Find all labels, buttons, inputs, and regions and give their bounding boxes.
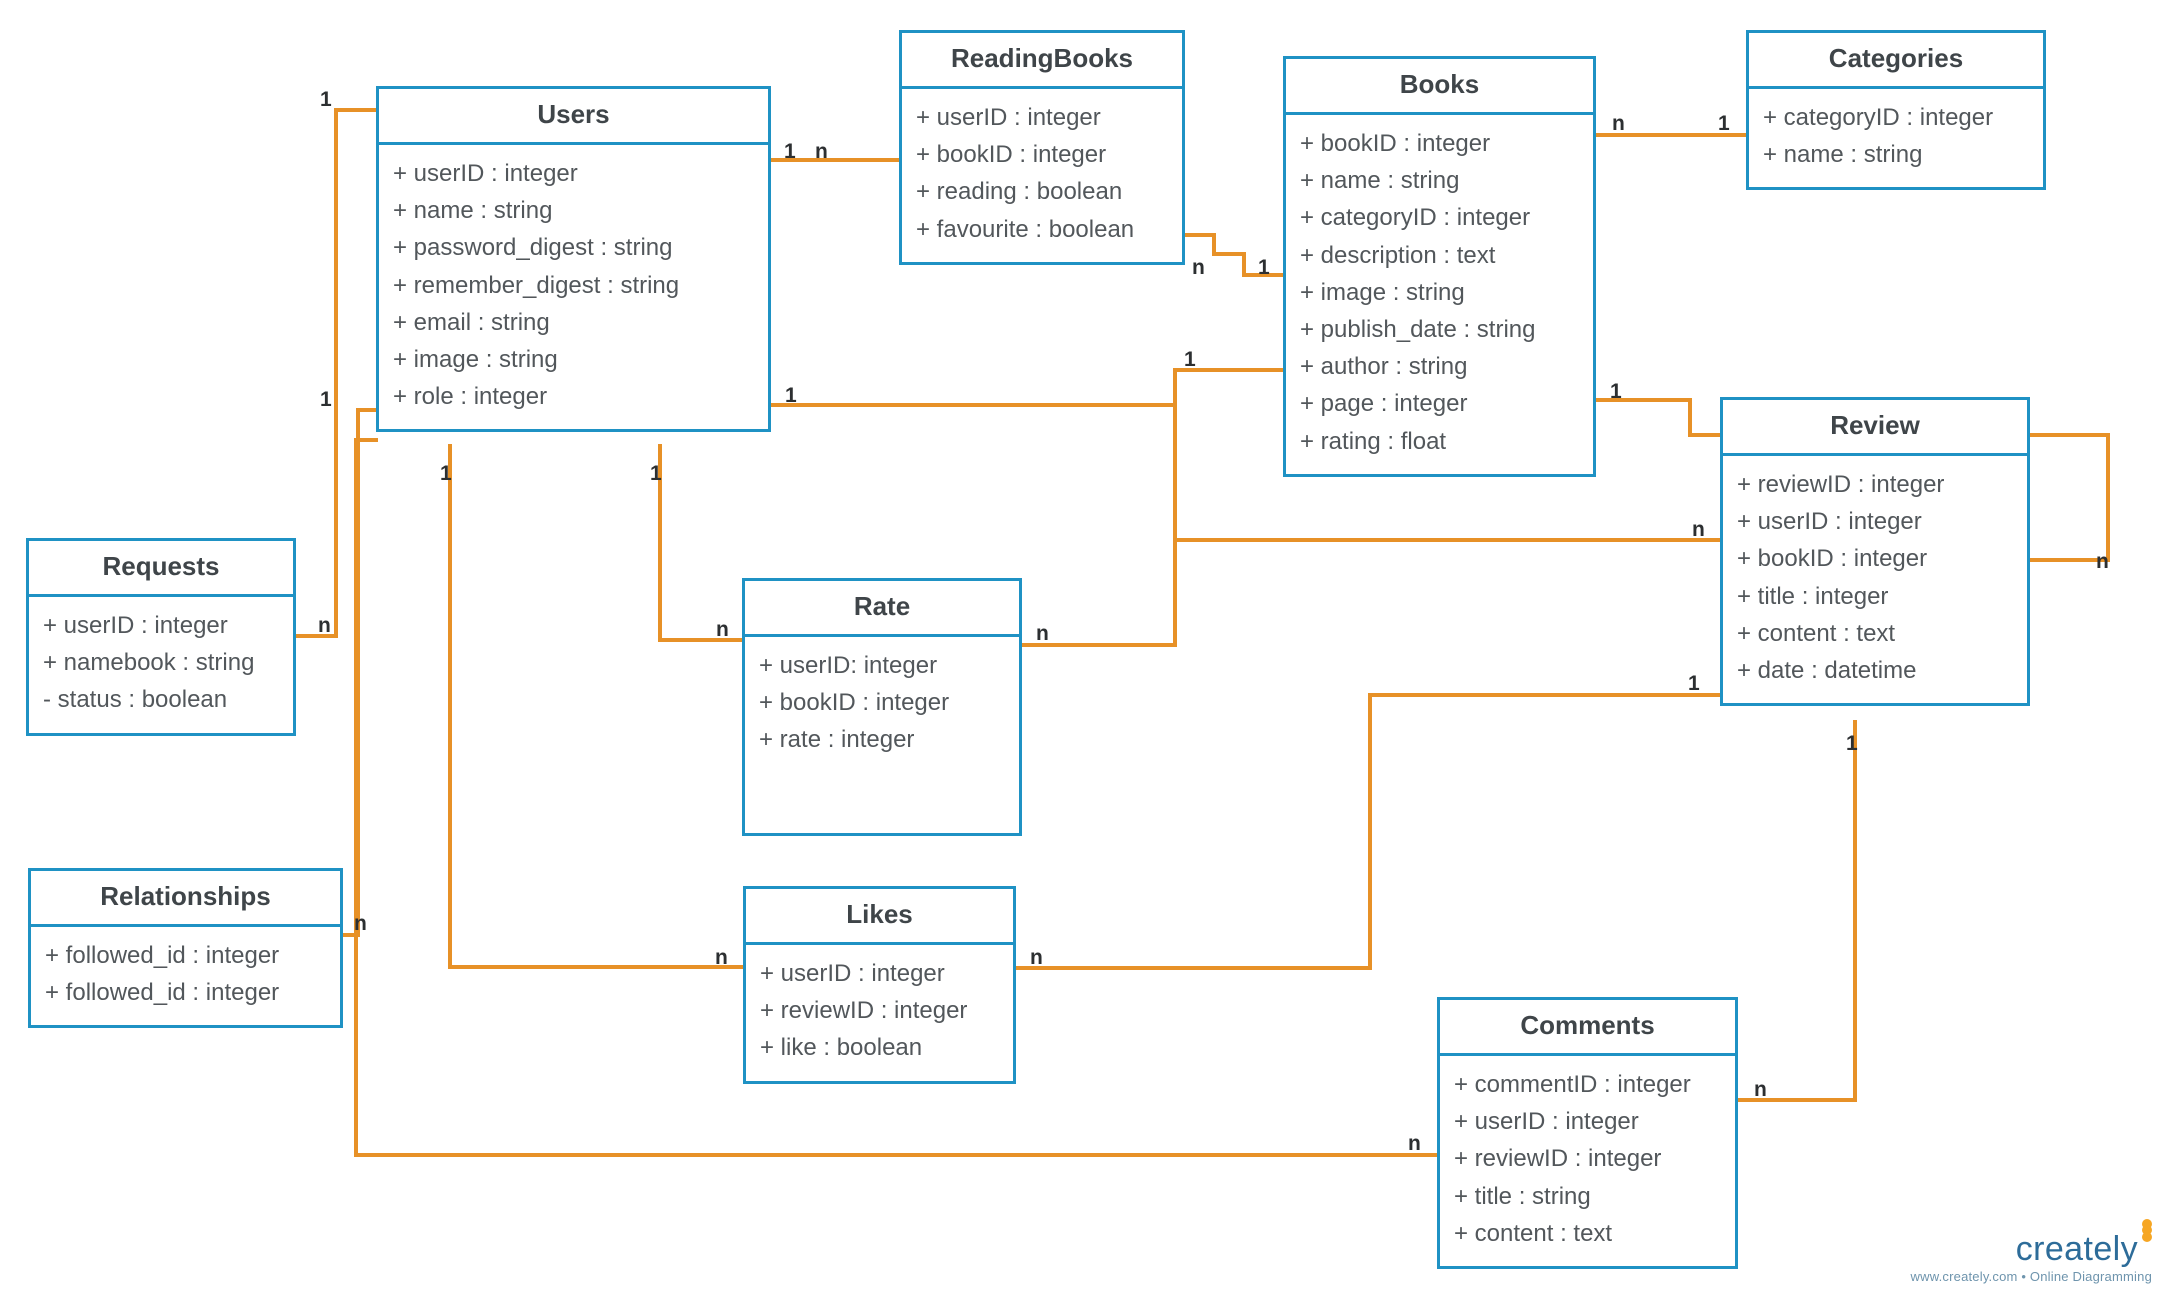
card-label: 1 (650, 462, 662, 486)
card-label: n (354, 912, 367, 936)
card-label: n (1192, 256, 1205, 280)
brand-tagline: www.creately.com • Online Diagramming (1911, 1269, 2152, 1284)
entity-readingbooks: ReadingBooks + userID : integer+ bookID … (899, 30, 1185, 265)
card-label: n (1754, 1078, 1767, 1102)
lightbulb-icon (2142, 1232, 2152, 1242)
card-label: n (1692, 518, 1705, 542)
card-label: 1 (1718, 112, 1730, 136)
entity-title: Categories (1749, 33, 2043, 89)
card-label: n (715, 946, 728, 970)
entity-attrs: + userID : integer+ reviewID : integer+ … (746, 945, 1013, 1081)
entity-attrs: + categoryID : integer+ name : string (1749, 89, 2043, 187)
card-label: 1 (1258, 256, 1270, 280)
card-label: 1 (320, 388, 332, 412)
entity-title: Users (379, 89, 768, 145)
entity-title: Likes (746, 889, 1013, 945)
card-label: n (1612, 112, 1625, 136)
brand-name: creately (1911, 1230, 2152, 1269)
card-label: n (1036, 622, 1049, 646)
entity-attrs: + userID: integer+ bookID : integer+ rat… (745, 637, 1019, 773)
entity-attrs: + followed_id : integer+ followed_id : i… (31, 927, 340, 1025)
entity-likes: Likes + userID : integer+ reviewID : int… (743, 886, 1016, 1084)
card-label: 1 (440, 462, 452, 486)
entity-attrs: + bookID : integer+ name : string+ categ… (1286, 115, 1593, 474)
entity-attrs: + userID : integer+ name : string+ passw… (379, 145, 768, 429)
card-label: 1 (1184, 348, 1196, 372)
entity-review: Review + reviewID : integer+ userID : in… (1720, 397, 2030, 706)
card-label: n (1030, 946, 1043, 970)
entity-rate: Rate + userID: integer+ bookID : integer… (742, 578, 1022, 836)
entity-books: Books + bookID : integer+ name : string+… (1283, 56, 1596, 477)
card-label: 1 (1610, 380, 1622, 404)
card-label: n (318, 614, 331, 638)
entity-categories: Categories + categoryID : integer+ name … (1746, 30, 2046, 190)
card-label: 1 (784, 140, 796, 164)
entity-attrs: + userID : integer+ namebook : string- s… (29, 597, 293, 733)
entity-requests: Requests + userID : integer+ namebook : … (26, 538, 296, 736)
entity-comments: Comments + commentID : integer+ userID :… (1437, 997, 1738, 1269)
er-diagram-canvas: Users + userID : integer+ name : string+… (0, 0, 2180, 1302)
entity-title: Relationships (31, 871, 340, 927)
card-label: 1 (785, 384, 797, 408)
entity-attrs: + userID : integer+ bookID : integer+ re… (902, 89, 1182, 262)
entity-title: Requests (29, 541, 293, 597)
entity-relationships: Relationships + followed_id : integer+ f… (28, 868, 343, 1028)
card-label: 1 (1688, 672, 1700, 696)
entity-users: Users + userID : integer+ name : string+… (376, 86, 771, 432)
entity-title: Rate (745, 581, 1019, 637)
card-label: n (815, 140, 828, 164)
card-label: n (1408, 1132, 1421, 1156)
card-label: n (716, 618, 729, 642)
card-label: 1 (320, 88, 332, 112)
entity-attrs: + commentID : integer+ userID : integer+… (1440, 1056, 1735, 1266)
entity-title: Comments (1440, 1000, 1735, 1056)
card-label: n (2096, 550, 2109, 574)
creately-watermark: creately www.creately.com • Online Diagr… (1911, 1230, 2152, 1284)
entity-attrs: + reviewID : integer+ userID : integer+ … (1723, 456, 2027, 703)
entity-title: Books (1286, 59, 1593, 115)
card-label: 1 (1846, 732, 1858, 756)
entity-title: Review (1723, 400, 2027, 456)
entity-title: ReadingBooks (902, 33, 1182, 89)
